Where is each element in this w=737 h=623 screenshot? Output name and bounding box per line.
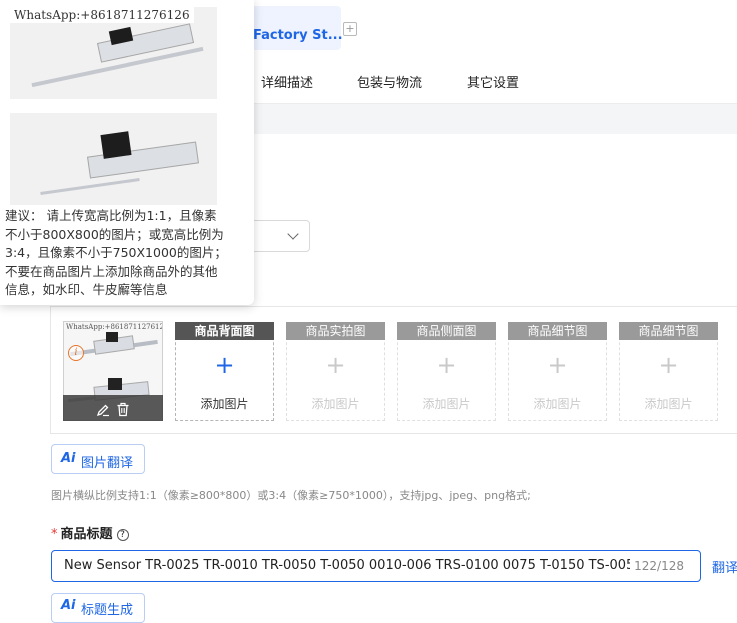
edit-icon[interactable] xyxy=(96,403,110,417)
title-input-value: New Sensor TR-0025 TR-0010 TR-0050 T-005… xyxy=(64,558,630,573)
store-tab[interactable]: Factory St... xyxy=(240,6,343,50)
tooltip-line: 建议： 请上传宽高比例为1:1，且像素 xyxy=(5,208,217,223)
plus-icon: + xyxy=(325,351,346,379)
plus-icon: + xyxy=(547,351,568,379)
title-label-text: 商品标题 xyxy=(60,527,113,542)
add-image-label: 添加图片 xyxy=(533,397,582,411)
ai-icon: Ai xyxy=(61,451,76,466)
title-generate-label: 标题生成 xyxy=(81,603,134,618)
plus-icon: + xyxy=(436,351,457,379)
upload-slot-back[interactable]: 商品背面图 + 添加图片 xyxy=(175,322,274,421)
add-image-label: 添加图片 xyxy=(200,397,249,411)
title-generate-button[interactable]: Ai 标题生成 xyxy=(51,593,145,623)
image-watermark: WhatsApp:+8618711276126 xyxy=(10,7,194,23)
upload-slot-real-shot[interactable]: 商品实拍图 + 添加图片 xyxy=(286,322,385,421)
upload-slot-detail-1[interactable]: 商品细节图 + 添加图片 xyxy=(508,322,607,421)
slot-header: 商品侧面图 xyxy=(397,322,496,340)
add-image-label: 添加图片 xyxy=(422,397,471,411)
slot-header: 商品实拍图 xyxy=(286,322,385,340)
plus-icon: + xyxy=(658,351,679,379)
image-translate-button[interactable]: Ai 图片翻译 xyxy=(51,444,145,474)
example-product-image xyxy=(10,113,217,205)
tooltip-text: 建议： 请上传宽高比例为1:1，且像素 不小于800X800的图片；或宽高比例为… xyxy=(5,207,249,300)
thumbnail-action-bar xyxy=(63,395,163,421)
tab-detail-description[interactable]: 详细描述 xyxy=(261,72,313,91)
product-title-input[interactable]: New Sensor TR-0025 TR-0010 TR-0050 T-005… xyxy=(51,550,701,582)
thumbnail-watermark: WhatsApp:+8618711276126 xyxy=(66,323,163,331)
character-counter: 122/128 xyxy=(634,559,684,573)
tooltip-line: 3:4，且像素不小于750X1000的图片； xyxy=(5,245,227,260)
product-title-label: * 商品标题? xyxy=(51,523,129,542)
tab-other-settings[interactable]: 其它设置 xyxy=(467,72,519,91)
slot-header: 商品背面图 xyxy=(175,322,274,340)
image-guidelines-tooltip: WhatsApp:+8618711276126 建议： 请上传宽高比例为1:1，… xyxy=(0,0,254,305)
tooltip-line: 信息，如水印、牛皮廨等信息 xyxy=(5,282,168,297)
help-icon[interactable]: ? xyxy=(116,529,129,541)
image-translate-label: 图片翻译 xyxy=(81,456,134,471)
slot-header: 商品细节图 xyxy=(619,322,718,340)
add-store-button[interactable]: + xyxy=(343,22,357,36)
required-mark: * xyxy=(51,527,58,542)
store-tab-label: Factory St... xyxy=(253,28,343,43)
add-image-label: 添加图片 xyxy=(311,397,360,411)
info-icon[interactable]: i xyxy=(68,345,84,361)
example-product-image: WhatsApp:+8618711276126 xyxy=(10,7,217,99)
upload-slot-side[interactable]: 商品侧面图 + 添加图片 xyxy=(397,322,496,421)
image-format-hint: 图片横纵比例支持1:1（像素≥800*800）或3:4（像素≥750*1000）… xyxy=(51,489,531,502)
plus-icon: + xyxy=(214,351,235,379)
translate-link[interactable]: 翻译 xyxy=(712,557,737,576)
tooltip-line: 不小于800X800的图片；或宽高比例为 xyxy=(5,226,224,242)
add-image-label: 添加图片 xyxy=(644,397,693,411)
trash-icon[interactable] xyxy=(116,402,130,417)
tooltip-line: 不要在商品图片上添加除商品外的其他 xyxy=(5,263,218,279)
tab-packaging-logistics[interactable]: 包装与物流 xyxy=(357,72,422,91)
slot-header: 商品细节图 xyxy=(508,322,607,340)
chevron-down-icon xyxy=(287,228,299,240)
upload-slot-detail-2[interactable]: 商品细节图 + 添加图片 xyxy=(619,322,718,421)
